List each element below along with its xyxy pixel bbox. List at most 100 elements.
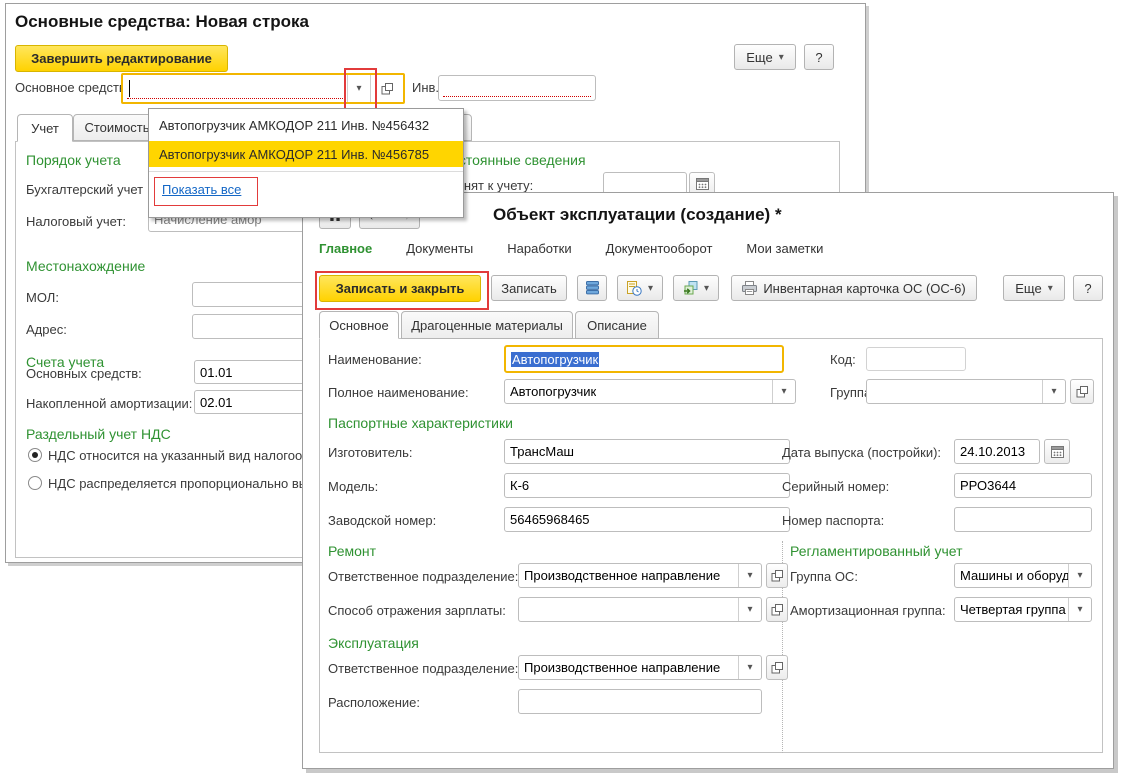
- finish-editing-button[interactable]: Завершить редактирование: [15, 45, 228, 72]
- location-label: Расположение:: [328, 695, 420, 710]
- amortization-account-input[interactable]: 02.01: [194, 390, 308, 414]
- repair-dept-combobox[interactable]: Производственное направление ▾: [518, 563, 762, 588]
- exploit-dept-combobox[interactable]: Производственное направление ▾: [518, 655, 762, 680]
- manufacturer-value: ТрансМаш: [510, 444, 574, 459]
- dropdown-item-2[interactable]: Автопогрузчик АМКОДОР 211 Инв. №456785: [159, 147, 429, 162]
- inventory-card-button[interactable]: Инвентарная карточка ОС (ОС-6): [731, 275, 977, 301]
- structure-button[interactable]: [577, 275, 607, 301]
- os-group-label: Группа ОС:: [790, 569, 858, 584]
- chevron-down-icon: ▾: [1077, 604, 1083, 615]
- repair-dept-label: Ответственное подразделение:: [328, 569, 519, 584]
- accounting-label: Бухгалтерский учет: [26, 182, 144, 197]
- window-title: Объект эксплуатации (создание) *: [493, 205, 782, 224]
- code-label: Код:: [830, 352, 856, 367]
- list-icon: [585, 281, 599, 295]
- vat-option-2-radio[interactable]: [28, 476, 42, 490]
- os-group-dropdown-button[interactable]: ▾: [1068, 564, 1091, 587]
- asset-choose-button[interactable]: [370, 75, 403, 102]
- asset-combobox[interactable]: ▾: [121, 73, 405, 104]
- model-input[interactable]: К-6: [504, 473, 790, 498]
- serial-number-input[interactable]: РРО3644: [954, 473, 1092, 498]
- history-button[interactable]: ▾: [617, 275, 663, 301]
- help-button[interactable]: ?: [804, 44, 834, 70]
- save-button[interactable]: Записать: [491, 275, 567, 301]
- vat-option-1-label[interactable]: НДС относится на указанный вид налогоо: [48, 448, 302, 463]
- nav-item-operating[interactable]: Наработки: [507, 241, 571, 256]
- text-cursor: [129, 80, 130, 97]
- section-nav: Главное Документы Наработки Документообо…: [319, 241, 823, 256]
- tax-accounting-label: Налоговый учет:: [26, 214, 127, 229]
- show-all-link[interactable]: Показать все: [162, 182, 241, 197]
- section-header-order: Порядок учета: [26, 152, 121, 168]
- save-close-button[interactable]: Записать и закрыть: [319, 275, 481, 302]
- vat-option-2-label[interactable]: НДС распределяется пропорционально вы: [48, 476, 308, 491]
- repair-dept-dropdown-button[interactable]: ▾: [738, 564, 761, 587]
- os-group-combobox[interactable]: Машины и оборудов ▾: [954, 563, 1092, 588]
- chevron-down-icon: ▾: [356, 83, 362, 94]
- exploit-dept-open-button[interactable]: [766, 655, 788, 680]
- salary-method-dropdown-button[interactable]: ▾: [738, 598, 761, 621]
- group-combobox[interactable]: ▾: [866, 379, 1066, 404]
- model-value: К-6: [510, 478, 530, 493]
- factory-number-input[interactable]: 56465968465: [504, 507, 790, 532]
- depreciation-group-combobox[interactable]: Четвертая группа (с ▾: [954, 597, 1092, 622]
- tab-accounting[interactable]: Учет: [17, 114, 73, 142]
- more-button[interactable]: Еще ▾: [734, 44, 796, 70]
- group-open-button[interactable]: [1070, 379, 1094, 404]
- name-input[interactable]: Автопогрузчик: [504, 345, 784, 373]
- calendar-icon: [695, 178, 709, 190]
- section-header-repair: Ремонт: [328, 543, 377, 559]
- full-name-combobox[interactable]: Автопогрузчик ▾: [504, 379, 796, 404]
- more-button[interactable]: Еще ▾: [1003, 275, 1065, 301]
- help-button[interactable]: ?: [1073, 275, 1103, 301]
- code-input[interactable]: [866, 347, 966, 371]
- asset-dropdown-button[interactable]: ▾: [347, 75, 370, 102]
- more-button-label: Еще: [746, 49, 773, 65]
- amortization-account-value: 02.01: [200, 394, 233, 410]
- tab-precious-materials[interactable]: Драгоценные материалы: [401, 311, 573, 339]
- salary-method-open-button[interactable]: [766, 597, 788, 622]
- repair-dept-open-button[interactable]: [766, 563, 788, 588]
- asset-combobox-text[interactable]: [123, 75, 347, 102]
- nav-item-documents[interactable]: Документы: [406, 241, 473, 256]
- salary-method-combobox[interactable]: ▾: [518, 597, 762, 622]
- open-form-icon: [771, 661, 783, 673]
- amortization-account-label: Накопленной амортизации:: [26, 396, 193, 411]
- open-form-icon: [771, 569, 783, 581]
- required-marker: [127, 98, 343, 99]
- manufacturer-input[interactable]: ТрансМаш: [504, 439, 790, 464]
- tab-description[interactable]: Описание: [575, 311, 659, 339]
- location-input[interactable]: [518, 689, 762, 714]
- chevron-down-icon: ▾: [747, 662, 753, 673]
- issue-date-input[interactable]: 24.10.2013: [954, 439, 1040, 464]
- create-based-on-button[interactable]: ▾: [673, 275, 719, 301]
- exploit-dept-dropdown-button[interactable]: ▾: [738, 656, 761, 679]
- chevron-down-icon: ▾: [747, 570, 753, 581]
- chevron-down-icon: ▾: [1077, 570, 1083, 581]
- page-title: Основные средства: Новая строка: [15, 12, 309, 31]
- vat-option-1-radio[interactable]: [28, 448, 42, 462]
- dropdown-item-1[interactable]: Автопогрузчик АМКОДОР 211 Инв. №456432: [159, 118, 429, 133]
- issue-date-calendar-button[interactable]: [1044, 439, 1070, 464]
- inventory-number-input[interactable]: [438, 75, 596, 101]
- nav-item-docflow[interactable]: Документооборот: [606, 241, 713, 256]
- full-name-dropdown-button[interactable]: ▾: [772, 380, 795, 403]
- passport-number-input[interactable]: [954, 507, 1092, 532]
- nav-item-notes[interactable]: Мои заметки: [746, 241, 823, 256]
- nav-item-main[interactable]: Главное: [319, 241, 372, 256]
- salary-method-label: Способ отражения зарплаты:: [328, 603, 506, 618]
- fixed-assets-account-input[interactable]: 01.01: [194, 360, 308, 384]
- tab-label: Основное: [329, 317, 389, 333]
- chevron-down-icon: ▾: [647, 282, 654, 294]
- group-dropdown-button[interactable]: ▾: [1042, 380, 1065, 403]
- chevron-down-icon: ▾: [1047, 282, 1053, 294]
- section-header-exploitation: Эксплуатация: [328, 635, 419, 651]
- tab-main[interactable]: Основное: [319, 311, 399, 339]
- fixed-assets-account-value: 01.01: [200, 364, 233, 380]
- printer-icon: [742, 281, 758, 295]
- exploit-dept-value: Производственное направление: [524, 660, 721, 675]
- chevron-down-icon: ▾: [703, 282, 710, 294]
- depreciation-group-dropdown-button[interactable]: ▾: [1068, 598, 1091, 621]
- tab-label: Стоимость: [84, 120, 150, 135]
- factory-number-value: 56465968465: [510, 512, 590, 527]
